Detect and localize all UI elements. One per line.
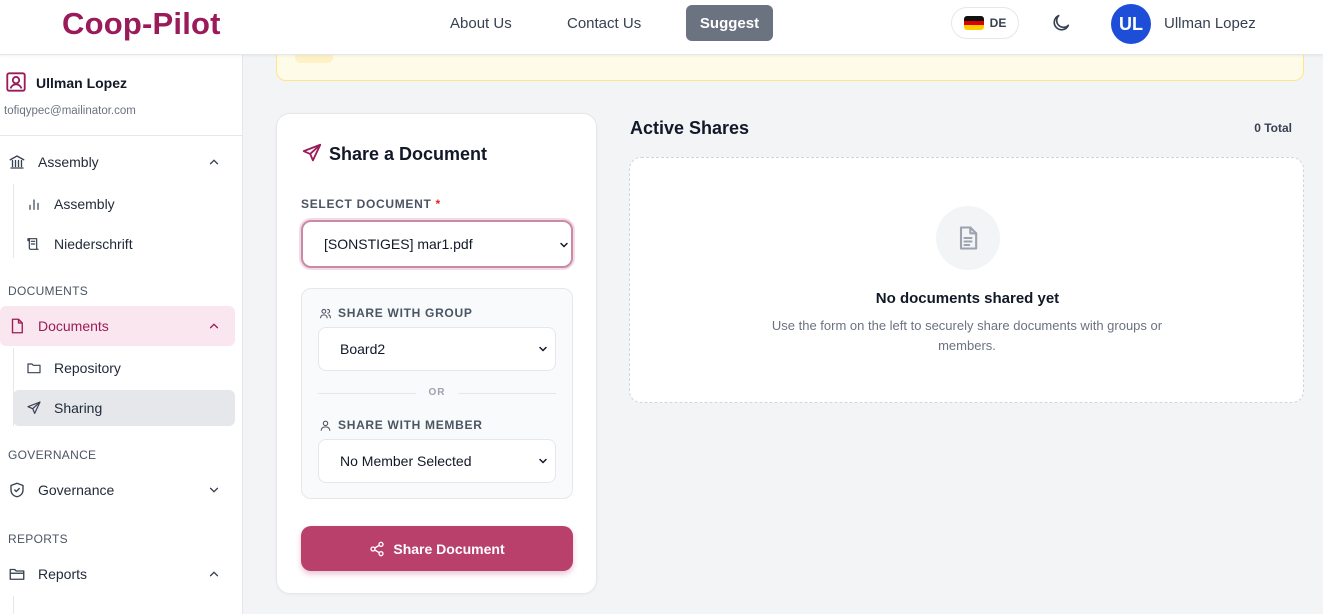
share-member-label: SHARE WITH MEMBER xyxy=(338,418,483,432)
language-switcher[interactable]: DE xyxy=(951,7,1019,39)
empty-state: No documents shared yet Use the form on … xyxy=(629,157,1304,403)
empty-state-title: No documents shared yet xyxy=(875,290,1060,307)
share-document-card: Share a Document SELECT DOCUMENT * [SONS… xyxy=(276,113,597,594)
suggest-button[interactable]: Suggest xyxy=(686,5,773,41)
sidebar-item-reports[interactable]: Reports xyxy=(0,554,235,594)
sidebar-section-governance: GOVERNANCE xyxy=(8,448,97,462)
required-marker: * xyxy=(435,197,441,211)
active-shares-count: 0 Total xyxy=(1254,121,1292,135)
empty-state-description: Use the form on the left to securely sha… xyxy=(771,318,1163,353)
chevron-down-icon xyxy=(209,487,219,493)
document-select[interactable]: [SONSTIGES] mar1.pdf xyxy=(301,220,573,268)
chevron-up-icon xyxy=(209,323,219,329)
group-select[interactable]: Board2 xyxy=(318,327,556,371)
sidebar-subitem-repository[interactable]: Repository xyxy=(13,350,235,386)
divider-line xyxy=(318,393,416,394)
sidebar-item-label: Reports xyxy=(38,566,88,582)
sidebar-subitem-label: Repository xyxy=(54,360,121,376)
document-icon xyxy=(11,318,23,334)
sidebar-subitem-niederschrift[interactable]: Niederschrift xyxy=(13,226,235,262)
sidebar-item-label: Documents xyxy=(38,318,109,334)
file-text-icon xyxy=(959,226,978,250)
select-document-label: SELECT DOCUMENT * xyxy=(301,197,441,211)
language-code: DE xyxy=(989,16,1007,30)
empty-state-icon-circle xyxy=(936,206,1000,270)
sidebar: Ullman Lopez tofiqypec@mailinator.com As… xyxy=(0,55,243,614)
app-logo[interactable]: Coop-Pilot xyxy=(62,6,221,42)
send-icon xyxy=(302,143,322,162)
shield-check-icon xyxy=(10,482,24,498)
sidebar-item-assembly[interactable]: Assembly xyxy=(0,142,235,182)
sidebar-item-governance[interactable]: Governance xyxy=(0,470,235,510)
share-target-box: SHARE WITH GROUP Board2 OR SHARE WITH ME… xyxy=(301,288,573,499)
send-icon xyxy=(27,401,41,414)
or-divider: OR xyxy=(318,387,556,401)
sidebar-tree-line xyxy=(13,596,14,614)
share-icon xyxy=(370,541,385,556)
user-avatar[interactable]: UL xyxy=(1111,4,1151,44)
nav-contact-us[interactable]: Contact Us xyxy=(567,15,641,32)
scroll-icon xyxy=(27,238,39,250)
german-flag-icon xyxy=(963,16,984,30)
nav-about-us[interactable]: About Us xyxy=(450,15,512,32)
sidebar-subitem-label: Niederschrift xyxy=(54,236,133,252)
folder-open-icon xyxy=(9,568,25,580)
selected-group: Board2 xyxy=(340,341,386,357)
sidebar-subitem-label: Sharing xyxy=(54,400,103,416)
header-user-name[interactable]: Ullman Lopez xyxy=(1164,15,1256,32)
divider-line xyxy=(458,393,556,394)
user-icon xyxy=(320,420,331,431)
top-navbar: Coop-Pilot About Us Contact Us Suggest D… xyxy=(0,0,1323,55)
active-shares-title: Active Shares xyxy=(630,118,750,138)
sidebar-item-documents[interactable]: Documents xyxy=(0,306,235,346)
folder-icon xyxy=(27,363,41,374)
sidebar-divider xyxy=(0,135,243,136)
bar-chart-icon xyxy=(29,199,39,210)
chevron-up-icon xyxy=(209,571,219,577)
share-group-label: SHARE WITH GROUP xyxy=(338,306,473,320)
bank-icon xyxy=(9,155,25,169)
chevron-down-icon xyxy=(539,346,547,352)
selected-member: No Member Selected xyxy=(340,453,472,469)
sidebar-subitem-assembly[interactable]: Assembly xyxy=(13,186,235,222)
banner-badge xyxy=(295,54,333,63)
member-select[interactable]: No Member Selected xyxy=(318,439,556,483)
card-title: Share a Document xyxy=(329,144,488,164)
sidebar-item-label: Assembly xyxy=(38,154,99,170)
sidebar-section-reports: REPORTS xyxy=(8,532,68,546)
users-icon xyxy=(320,308,331,319)
chevron-down-icon xyxy=(560,242,568,248)
or-label: OR xyxy=(428,387,446,398)
sidebar-section-documents: DOCUMENTS xyxy=(8,284,89,298)
share-button-label: Share Document xyxy=(393,540,505,557)
sidebar-subitem-label: Assembly xyxy=(54,196,115,212)
chevron-up-icon xyxy=(209,159,219,165)
sidebar-user-email: tofiqypec@mailinator.com xyxy=(4,105,136,117)
share-document-button[interactable]: Share Document xyxy=(301,526,573,571)
chevron-down-icon xyxy=(539,458,547,464)
sidebar-subitem-sharing[interactable]: Sharing xyxy=(13,390,235,426)
sidebar-item-label: Governance xyxy=(38,482,115,498)
user-profile-icon xyxy=(6,72,26,92)
moon-icon[interactable] xyxy=(1050,12,1072,34)
sidebar-user-name: Ullman Lopez xyxy=(36,75,128,91)
selected-document: [SONSTIGES] mar1.pdf xyxy=(324,236,473,252)
